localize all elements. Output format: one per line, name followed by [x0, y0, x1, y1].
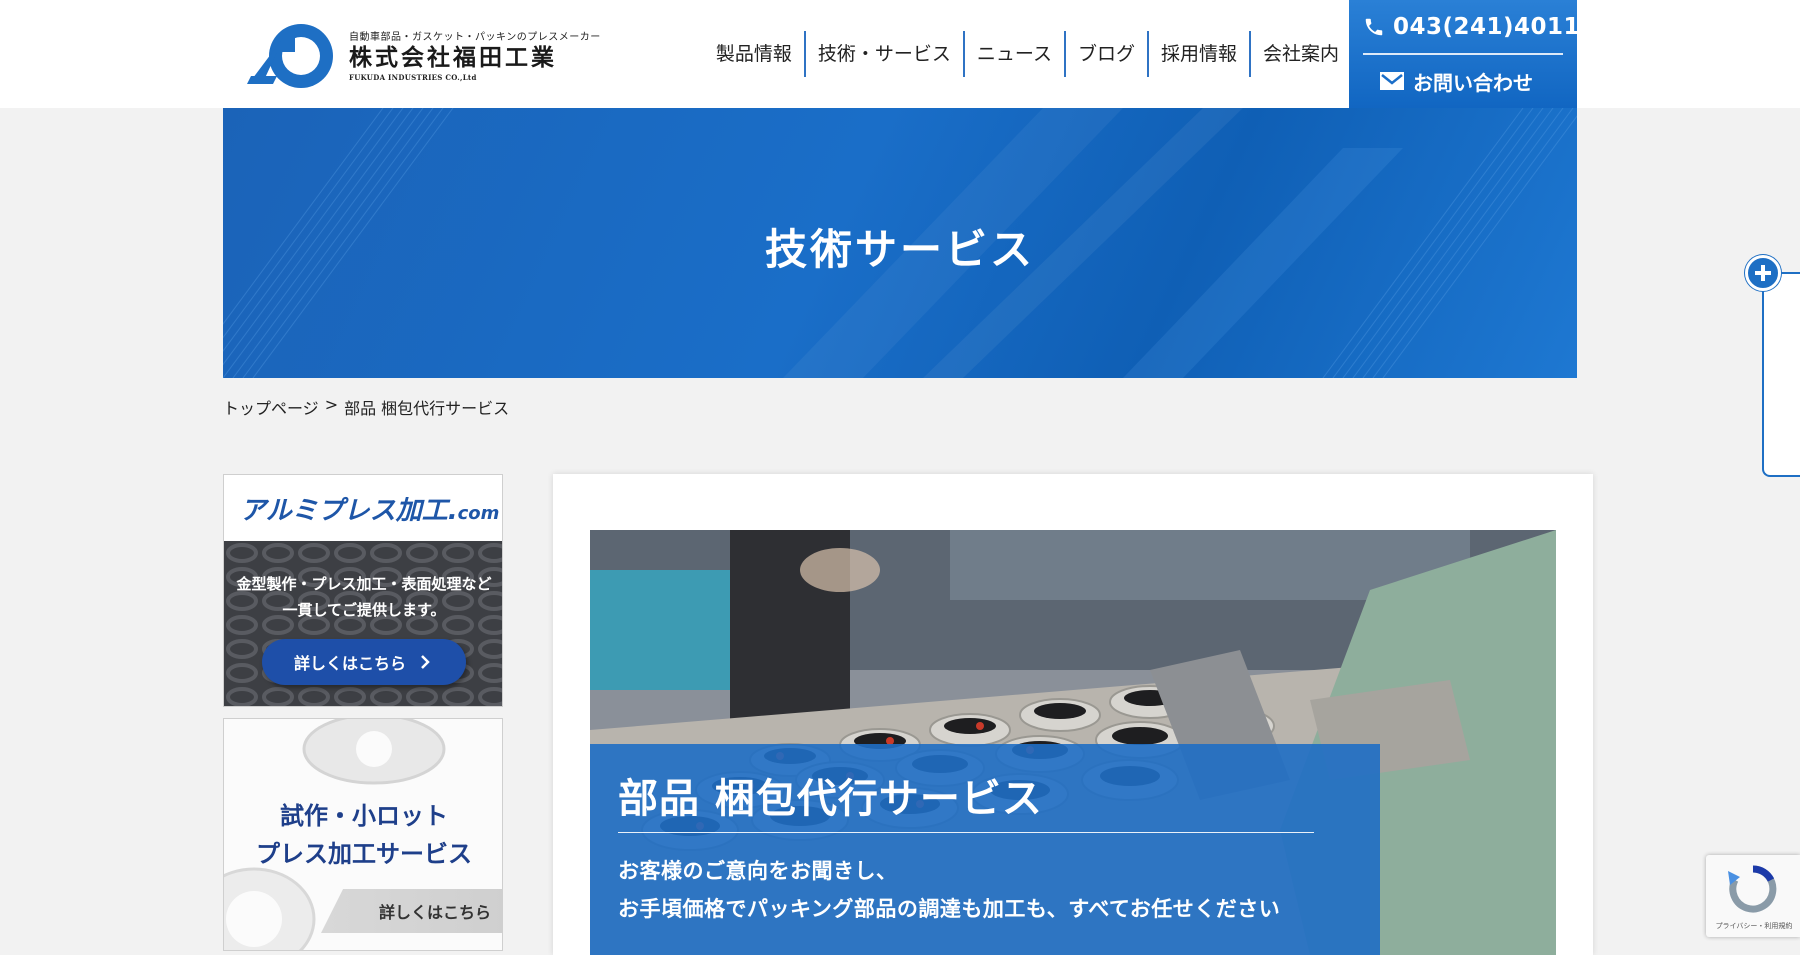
contact-phone-link[interactable]: 043(241)4011 — [1363, 12, 1580, 42]
nav-technology-services[interactable]: 技術・サービス — [803, 31, 963, 77]
recaptcha-privacy-label: プライバシー・利用規約 — [1715, 922, 1793, 930]
aluminum-press-banner-header: アルミプレス加工.com — [224, 475, 502, 541]
contact-phone-number: 043(241)4011 — [1393, 14, 1581, 40]
logo-tagline: 自動車部品・ガスケット・パッキンのプレスメーカー — [349, 32, 601, 43]
recaptcha-icon — [1728, 865, 1777, 913]
logo-mark-icon — [243, 18, 343, 92]
logo-company-name-en: FUKUDA INDUSTRIES CO.,Ltd — [349, 73, 477, 82]
contact-inquiry-button[interactable]: お問い合わせ — [1379, 66, 1559, 96]
plus-icon — [1755, 265, 1771, 281]
contact-box: 043(241)4011 お問い合わせ — [1349, 0, 1580, 108]
site-header: 自動車部品・ガスケット・パッキンのプレスメーカー 株式会社福田工業 FUKUDA… — [0, 0, 1800, 108]
phone-icon — [1365, 18, 1383, 36]
nav-company[interactable]: 会社案内 — [1248, 31, 1351, 77]
logo-text: 自動車部品・ガスケット・パッキンのプレスメーカー 株式会社福田工業 FUKUDA… — [349, 28, 601, 82]
mail-icon — [1380, 72, 1404, 90]
side-drawer-tab[interactable] — [1762, 272, 1800, 477]
prototype-press-details-button[interactable]: 詳しくはこちら — [321, 889, 502, 933]
page-title: 技術サービス — [764, 225, 1035, 274]
logo-company-name: 株式会社福田工業 — [349, 44, 557, 71]
aluminum-press-banner-title: アルミプレス加工.com — [240, 495, 500, 526]
page-banner: 技術サービス — [223, 108, 1577, 378]
main-content-card: 部品 梱包代行サービス お客様のご意向をお聞きし、 お手頃価格でパッキング部品の… — [553, 474, 1593, 955]
breadcrumb: トップページ > 部品 梱包代行サービス — [223, 395, 509, 419]
hero-divider — [618, 832, 1314, 833]
recaptcha-badge[interactable]: プライバシー・利用規約 — [1706, 855, 1800, 937]
aluminum-press-banner-description: 金型製作・プレス加工・表面処理など 一貫してご提供します。 — [236, 575, 492, 619]
side-drawer-toggle-button[interactable] — [1745, 255, 1781, 291]
chevron-right-icon — [421, 655, 430, 669]
nav-products[interactable]: 製品情報 — [704, 31, 804, 77]
company-logo[interactable]: 自動車部品・ガスケット・パッキンのプレスメーカー 株式会社福田工業 FUKUDA… — [243, 18, 603, 92]
hero-title: 部品 梱包代行サービス — [618, 776, 1043, 822]
breadcrumb-current: 部品 梱包代行サービス — [344, 399, 510, 418]
prototype-press-banner[interactable]: 試作・小ロット プレス加工サービス 詳しくはこちら — [223, 718, 503, 951]
aluminum-press-details-button[interactable]: 詳しくはこちら — [262, 639, 466, 685]
nav-recruit[interactable]: 採用情報 — [1146, 31, 1249, 77]
breadcrumb-home-link[interactable]: トップページ — [223, 395, 319, 419]
main-nav: 製品情報 技術・サービス ニュース ブログ 採用情報 会社案内 — [704, 31, 1351, 77]
nav-news[interactable]: ニュース — [962, 31, 1064, 77]
prototype-press-banner-text: 試作・小ロット プレス加工サービス — [256, 802, 472, 868]
hero-overlay-panel: 部品 梱包代行サービス お客様のご意向をお聞きし、 お手頃価格でパッキング部品の… — [590, 744, 1380, 955]
aluminum-press-banner[interactable]: アルミプレス加工.com 金型製作・プレス加工・表面処理など 一貫してご提供しま… — [223, 474, 503, 707]
breadcrumb-separator: > — [324, 395, 339, 414]
packing-service-photo: 部品 梱包代行サービス お客様のご意向をお聞きし、 お手頃価格でパッキング部品の… — [590, 530, 1556, 955]
hero-description: お客様のご意向をお聞きし、 お手頃価格でパッキング部品の調達も加工も、すべてお任… — [618, 859, 1281, 921]
contact-divider — [1363, 53, 1563, 55]
nav-blog[interactable]: ブログ — [1063, 31, 1147, 77]
contact-inquiry-label: お問い合わせ — [1413, 70, 1533, 95]
